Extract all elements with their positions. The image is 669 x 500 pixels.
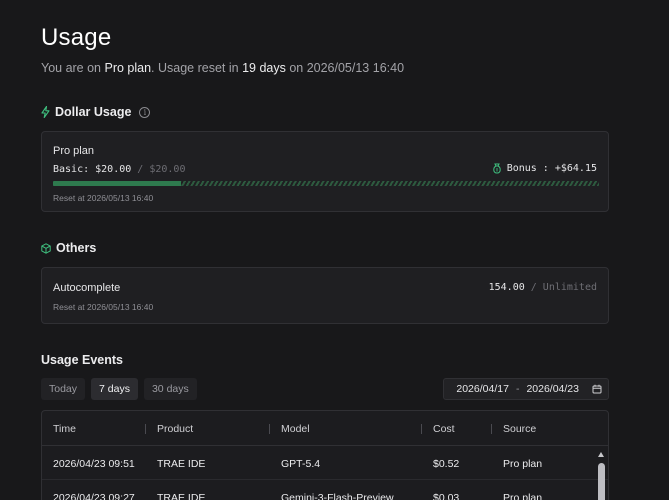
table-header: Time Product Model Cost Source (42, 411, 608, 446)
usage-progress-fill (53, 181, 182, 186)
tab-today[interactable]: Today (41, 378, 86, 400)
card-plan-name: Pro plan (53, 145, 94, 157)
scroll-thumb[interactable] (598, 463, 605, 500)
date-separator: - (515, 383, 520, 395)
usage-events-title: Usage Events (41, 353, 123, 367)
reset-days: 19 days (242, 61, 286, 75)
money-bag-icon (492, 163, 501, 174)
usage-progress-bar (53, 181, 599, 186)
autocomplete-label: Autocomplete (53, 282, 121, 294)
plan-subtitle: You are on Pro plan. Usage reset in 19 d… (41, 61, 405, 75)
column-divider[interactable] (491, 424, 492, 434)
usage-events-table: Time Product Model Cost Source 2026/04/2… (41, 410, 609, 500)
bonus-usage: Bonus : +$64.15 (492, 163, 597, 174)
column-divider[interactable] (421, 424, 422, 434)
column-cost[interactable]: Cost (433, 411, 455, 446)
basic-usage: Basic: $20.00 / $20.00 (53, 164, 186, 175)
dollar-usage-card: Pro plan Basic: $20.00 / $20.00 Bonus : … (41, 131, 609, 212)
column-model[interactable]: Model (281, 411, 310, 446)
others-card: Autocomplete 154.00 / Unlimited Reset at… (41, 267, 609, 324)
column-divider[interactable] (269, 424, 270, 434)
cell-model: Gemini-3-Flash-Preview (281, 491, 394, 500)
scroll-up-arrow-icon[interactable] (598, 452, 604, 457)
page-title: Usage (41, 24, 112, 51)
column-source[interactable]: Source (503, 411, 536, 446)
range-tabs: Today 7 days 30 days (41, 378, 197, 400)
reset-text: Reset at 2026/05/13 16:40 (53, 193, 154, 203)
cell-cost: $0.52 (433, 457, 460, 470)
cell-model: GPT-5.4 (281, 457, 321, 470)
cell-time: 2026/04/23 09:27 (53, 491, 135, 500)
table-row[interactable]: 2026/04/23 09:27 TRAE IDE Gemini-3-Flash… (42, 481, 608, 500)
reset-datetime: 2026/05/13 16:40 (306, 61, 405, 75)
autocomplete-usage: 154.00 / Unlimited (488, 282, 597, 293)
cell-source: Pro plan (503, 457, 543, 470)
date-range-picker[interactable]: 2026/04/17 - 2026/04/23 (443, 378, 609, 400)
column-time[interactable]: Time (53, 411, 76, 446)
column-divider[interactable] (145, 424, 146, 434)
lightning-icon (41, 106, 50, 118)
calendar-icon (592, 384, 602, 394)
cell-product: TRAE IDE (157, 457, 206, 470)
cell-product: TRAE IDE (157, 491, 206, 500)
plan-name: Pro plan (104, 61, 152, 75)
cube-icon (41, 242, 51, 254)
date-to: 2026/04/23 (526, 383, 579, 395)
cell-time: 2026/04/23 09:51 (53, 457, 135, 470)
cell-cost: $0.03 (433, 491, 460, 500)
tab-30-days[interactable]: 30 days (143, 378, 197, 400)
column-product[interactable]: Product (157, 411, 193, 446)
others-title: Others (41, 241, 96, 255)
date-from: 2026/04/17 (456, 383, 509, 395)
cell-source: Pro plan (503, 491, 543, 500)
info-icon[interactable]: i (139, 106, 151, 118)
table-row[interactable]: 2026/04/23 09:51 TRAE IDE GPT-5.4 $0.52 … (42, 447, 608, 480)
table-scrollbar[interactable] (597, 448, 606, 500)
reset-text: Reset at 2026/05/13 16:40 (53, 302, 154, 312)
tab-7-days[interactable]: 7 days (91, 378, 138, 400)
dollar-usage-title: Dollar Usage i (41, 105, 151, 119)
